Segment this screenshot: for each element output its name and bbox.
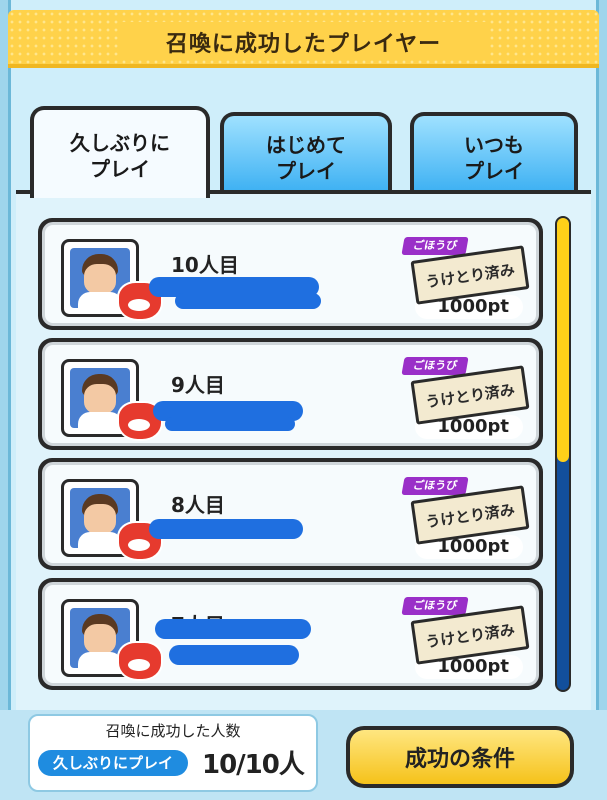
player-count-label: 9人目 — [171, 373, 225, 397]
list-item[interactable]: 9人目 ごほうび 1000pt うけとり済み — [38, 338, 543, 450]
list-item-card: 10人目 ごほうび 1000pt うけとり済み — [42, 222, 539, 326]
list-item-card: 8人目 ごほうび 1000pt うけとり済み — [42, 462, 539, 566]
list-item[interactable]: 10人目 ごほうび 1000pt うけとり済み — [38, 218, 543, 330]
player-count-label: 10人目 — [171, 253, 239, 277]
redaction-scribble — [175, 293, 321, 309]
success-conditions-label: 成功の条件 — [350, 730, 570, 784]
list-item-card: 9人目 ごほうび 1000pt うけとり済み — [42, 342, 539, 446]
summon-count-title: 召喚に成功した人数 — [105, 722, 241, 740]
list-item[interactable]: 7人目 ごほうび 1000pt うけとり済み — [38, 578, 543, 690]
summon-count-value: 10/10人 — [202, 750, 305, 780]
redaction-scribble — [149, 519, 303, 539]
redaction-scribble — [169, 645, 299, 665]
scrollbar[interactable] — [555, 216, 571, 692]
tab-label: いつも プレイ — [464, 133, 524, 183]
page-title: 召喚に成功したプレイヤー — [165, 32, 442, 57]
tab-always-play[interactable]: いつも プレイ — [410, 112, 578, 196]
reward-tag: ごほうび — [401, 477, 469, 495]
list-item[interactable]: 8人目 ごほうび 1000pt うけとり済み — [38, 458, 543, 570]
list-item-card: 7人目 ごほうび 1000pt うけとり済み — [42, 582, 539, 686]
redaction-scribble — [165, 417, 295, 431]
tab-long-time-play[interactable]: 久しぶりに プレイ — [30, 106, 210, 198]
tab-label: 久しぶりに プレイ — [70, 131, 170, 181]
tab-first-time-play[interactable]: はじめて プレイ — [220, 112, 392, 196]
header-bar: 召喚に成功したプレイヤー — [8, 10, 599, 68]
scrollbar-thumb[interactable] — [557, 218, 569, 462]
jibanyan-icon — [117, 641, 163, 681]
success-conditions-button[interactable]: 成功の条件 — [346, 726, 574, 788]
redaction-scribble — [155, 619, 311, 639]
player-count-label: 8人目 — [171, 493, 225, 517]
reward-tag: ごほうび — [401, 597, 469, 615]
category-pill: 久しぶりにプレイ — [38, 750, 188, 776]
reward-tag: ごほうび — [401, 357, 469, 375]
reward-tag: ごほうび — [401, 237, 469, 255]
tab-bar: 久しぶりに プレイ はじめて プレイ いつも プレイ — [16, 106, 591, 198]
tab-label: はじめて プレイ — [266, 133, 346, 183]
summon-count-box: 召喚に成功した人数 久しぶりにプレイ 10/10人 — [28, 714, 318, 792]
